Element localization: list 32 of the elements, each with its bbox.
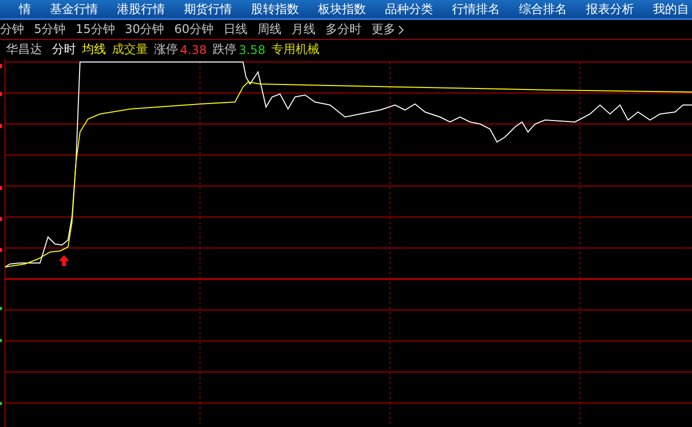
- stock-name: 华昌达: [6, 41, 42, 58]
- nav-tab[interactable]: 期货行情: [184, 0, 232, 18]
- limit-label: 涨停: [154, 41, 178, 58]
- nav-tab[interactable]: 基金行情: [50, 0, 98, 18]
- up-arrow-icon: [59, 255, 69, 266]
- period-tab[interactable]: 多分时: [325, 21, 362, 38]
- nav-tab[interactable]: 情: [19, 0, 31, 18]
- period-tab[interactable]: 30分钟: [124, 21, 164, 38]
- indicator-label[interactable]: 分时: [52, 41, 76, 58]
- indicator-label[interactable]: 成交量: [112, 41, 148, 58]
- nav-tab[interactable]: 品种分类: [385, 0, 433, 18]
- nav-tab[interactable]: 我的自: [653, 0, 689, 18]
- limit-price: 3.58: [238, 42, 266, 56]
- period-tab[interactable]: 月线: [291, 21, 316, 38]
- chevron-right-icon[interactable]: [398, 24, 404, 34]
- nav-tab[interactable]: 综合排名: [519, 0, 567, 18]
- period-tab[interactable]: 5分钟: [34, 21, 66, 38]
- industry-label: 专用机械: [271, 41, 320, 58]
- limit-price: 4.38: [180, 42, 207, 56]
- period-tab[interactable]: 分钟: [0, 21, 24, 38]
- nav-tab[interactable]: 港股行情: [117, 0, 165, 18]
- indicator-label[interactable]: 均线: [82, 41, 106, 58]
- limit-label: 跌停: [212, 41, 237, 58]
- period-tab[interactable]: 周线: [257, 21, 282, 38]
- nav-tab[interactable]: 股转指数: [251, 0, 299, 18]
- period-tab[interactable]: 15分钟: [76, 21, 115, 38]
- nav-tab[interactable]: 报表分析: [586, 0, 634, 18]
- period-tab[interactable]: 更多: [371, 21, 396, 38]
- period-tab[interactable]: 日线: [223, 21, 248, 38]
- period-tab[interactable]: 60分钟: [174, 21, 214, 38]
- nav-tab[interactable]: 板块指数: [318, 0, 366, 18]
- nav-tab[interactable]: 行情排名: [452, 0, 500, 18]
